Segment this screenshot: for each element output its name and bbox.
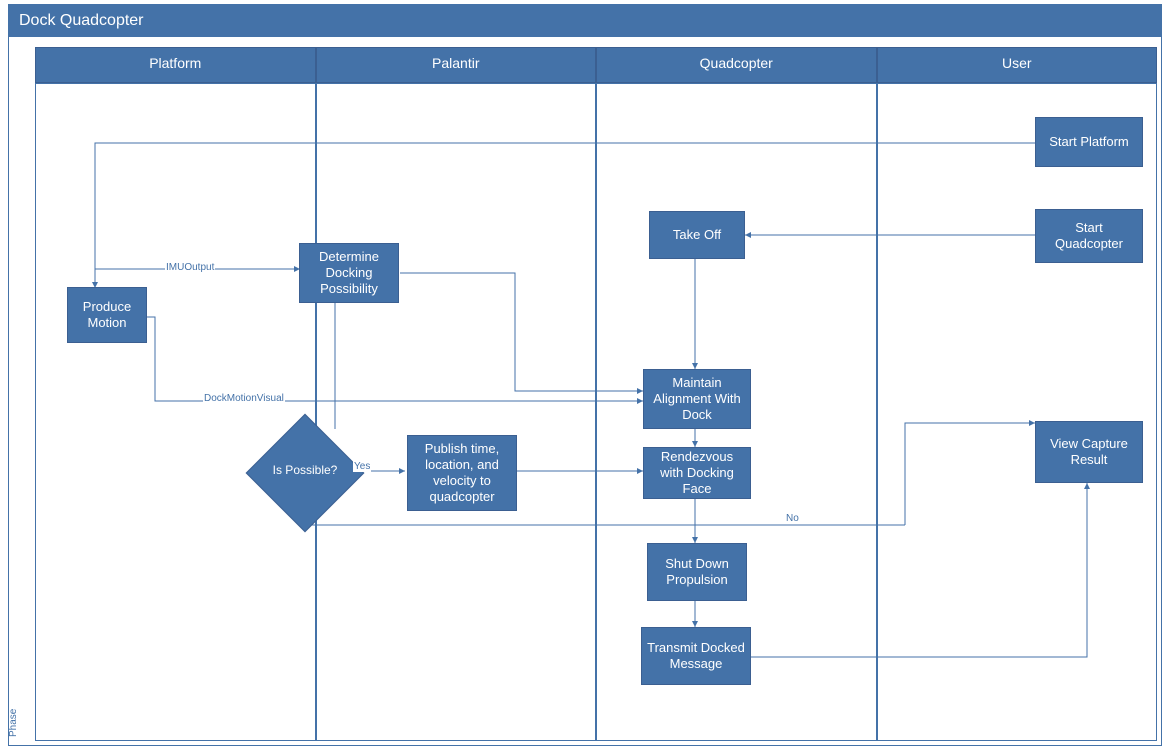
edge-label-no: No bbox=[785, 513, 800, 524]
node-maintain-alignment: Maintain Alignment With Dock bbox=[643, 369, 751, 429]
phase-label: Phase bbox=[8, 709, 19, 737]
node-view-result: View Capture Result bbox=[1035, 421, 1143, 483]
node-take-off: Take Off bbox=[649, 211, 745, 259]
edge-label-dock-motion-visual: DockMotionVisual bbox=[203, 393, 285, 404]
lane-headers: Platform Palantir Quadcopter User bbox=[35, 47, 1157, 83]
node-produce-motion: Produce Motion bbox=[67, 287, 147, 343]
swimlane-diagram: Dock Quadcopter Phase Platform Palantir … bbox=[8, 4, 1162, 746]
diagram-title: Dock Quadcopter bbox=[9, 5, 1161, 37]
edge-label-imu-output: IMUOutput bbox=[165, 262, 215, 273]
node-determine-docking: Determine Docking Possibility bbox=[299, 243, 399, 303]
lane-user bbox=[877, 83, 1158, 741]
lane-header-user: User bbox=[877, 47, 1158, 83]
lane-body bbox=[35, 83, 1157, 741]
lane-palantir bbox=[316, 83, 597, 741]
lane-header-palantir: Palantir bbox=[316, 47, 597, 83]
edge-label-yes: Yes bbox=[353, 461, 371, 472]
lane-platform bbox=[35, 83, 316, 741]
node-publish: Publish time, location, and velocity to … bbox=[407, 435, 517, 511]
node-start-quadcopter: Start Quadcopter bbox=[1035, 209, 1143, 263]
node-start-platform: Start Platform bbox=[1035, 117, 1143, 167]
node-transmit: Transmit Docked Message bbox=[641, 627, 751, 685]
lane-header-platform: Platform bbox=[35, 47, 316, 83]
node-shut-down: Shut Down Propulsion bbox=[647, 543, 747, 601]
lane-header-quadcopter: Quadcopter bbox=[596, 47, 877, 83]
node-rendezvous: Rendezvous with Docking Face bbox=[643, 447, 751, 499]
